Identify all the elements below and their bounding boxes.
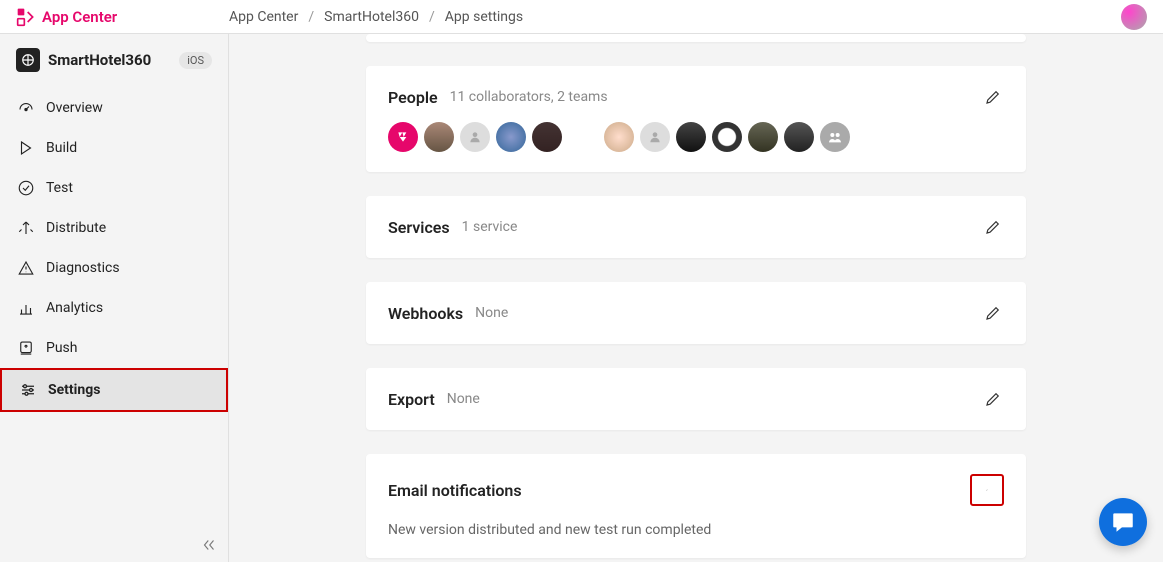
play-icon [16,138,36,158]
app-selector[interactable]: SmartHotel360 iOS [0,34,228,82]
breadcrumb-item[interactable]: SmartHotel360 [324,9,419,25]
avatar[interactable] [388,122,418,152]
sidebar-item-label: Analytics [46,300,103,316]
breadcrumb: App Center / SmartHotel360 / App setting… [229,9,523,25]
sidebar-item-label: Diagnostics [46,260,120,276]
avatar[interactable] [604,122,634,152]
edit-email-notifications-button[interactable] [970,474,1004,506]
brand-name: App Center [42,8,117,26]
avatar[interactable] [532,122,562,152]
avatar[interactable] [676,122,706,152]
email-notifications-card: Email notifications New version distribu… [366,454,1026,558]
avatar[interactable] [748,122,778,152]
sidebar-item-settings[interactable]: Settings [0,368,228,412]
breadcrumb-item[interactable]: App Center [229,9,298,25]
webhooks-card: Webhooks None [366,282,1026,344]
pencil-icon [986,481,988,499]
card-title: Email notifications [388,481,522,500]
bars-icon [16,298,36,318]
avatar-more[interactable] [820,122,850,152]
sliders-icon [18,380,38,400]
services-card: Services 1 service [366,196,1026,258]
card-title: People [388,88,438,107]
pencil-icon [984,218,1002,236]
email-notifications-body: New version distributed and new test run… [388,522,1004,538]
avatar-microsoft[interactable] [568,122,598,152]
user-avatar[interactable] [1121,4,1147,30]
sidebar-nav: Overview Build Test Distribute Diagnosti… [0,88,228,412]
distribute-icon [16,218,36,238]
sidebar-item-distribute[interactable]: Distribute [0,208,228,248]
edit-export-button[interactable] [982,388,1004,410]
sidebar-item-build[interactable]: Build [0,128,228,168]
pencil-icon [984,88,1002,106]
check-circle-icon [16,178,36,198]
app-icon [16,48,40,72]
sidebar: SmartHotel360 iOS Overview Build Test Di… [0,34,229,562]
edit-services-button[interactable] [982,216,1004,238]
card-subtitle: None [475,305,508,321]
avatar[interactable] [712,122,742,152]
chevron-double-left-icon [200,536,218,554]
brand-logo[interactable]: App Center [16,7,229,27]
avatar[interactable] [784,122,814,152]
card-title: Services [388,218,450,237]
sidebar-item-diagnostics[interactable]: Diagnostics [0,248,228,288]
top-header: App Center App Center / SmartHotel360 / … [0,0,1163,34]
card-subtitle: 1 service [462,219,518,235]
chat-icon [1110,509,1136,535]
collaborator-avatars [388,122,1004,152]
avatar[interactable] [424,122,454,152]
warning-icon [16,258,36,278]
sidebar-item-label: Overview [46,100,103,116]
export-card: Export None [366,368,1026,430]
push-icon [16,338,36,358]
gauge-icon [16,98,36,118]
sidebar-item-analytics[interactable]: Analytics [0,288,228,328]
avatar[interactable] [460,122,490,152]
people-card: People 11 collaborators, 2 teams [366,66,1026,172]
card-subtitle: None [447,391,480,407]
sidebar-item-label: Push [46,340,78,356]
avatar[interactable] [496,122,526,152]
sidebar-item-label: Build [46,140,77,156]
intercom-chat-button[interactable] [1099,498,1147,546]
sidebar-item-label: Test [46,180,73,196]
sidebar-item-push[interactable]: Push [0,328,228,368]
sidebar-item-overview[interactable]: Overview [0,88,228,128]
edit-webhooks-button[interactable] [982,302,1004,324]
appcenter-logo-icon [16,7,36,27]
breadcrumb-item[interactable]: App settings [445,9,523,25]
avatar[interactable] [640,122,670,152]
main-content: People 11 collaborators, 2 teams [229,34,1163,562]
sidebar-item-test[interactable]: Test [0,168,228,208]
sidebar-item-label: Distribute [46,220,106,236]
edit-people-button[interactable] [982,86,1004,108]
app-os-badge: iOS [179,52,212,69]
app-name: SmartHotel360 [48,51,151,69]
card-title: Webhooks [388,304,463,323]
card-subtitle: 11 collaborators, 2 teams [450,89,608,105]
pencil-icon [984,390,1002,408]
sidebar-item-label: Settings [48,382,100,398]
collapse-sidebar-button[interactable] [200,536,218,554]
pencil-icon [984,304,1002,322]
card-partial-above [366,34,1026,42]
card-title: Export [388,390,435,409]
